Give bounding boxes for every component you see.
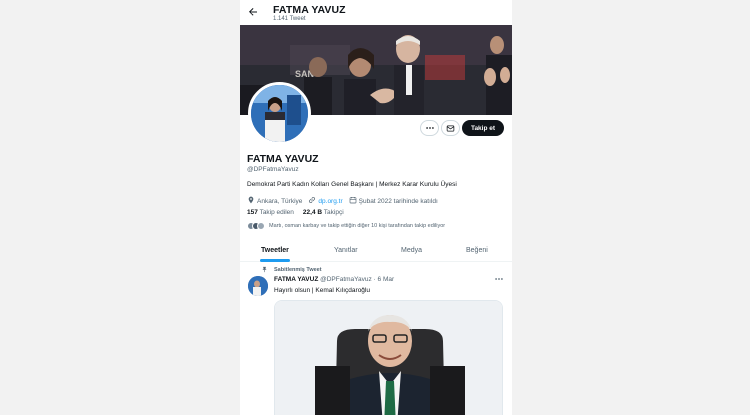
profile-website-link[interactable]: dp.org.tr xyxy=(318,198,342,205)
profile-location: Ankara, Türkiye xyxy=(257,197,303,205)
following-stat[interactable]: 157 Takip edilen xyxy=(247,209,294,216)
tweet-author-name[interactable]: FATMA YAVUZ xyxy=(274,276,318,283)
following-label: Takip edilen xyxy=(259,209,294,216)
location-icon xyxy=(247,196,255,206)
follow-button[interactable]: Takip et xyxy=(462,120,504,136)
header-tweet-count: 1.141 Tweet xyxy=(273,16,306,22)
pinned-tweet-label: Sabitlenmiş Tweet xyxy=(274,267,322,273)
profile-joined-date: Şubat 2022 tarihinde katıldı xyxy=(358,197,438,205)
followers-stat[interactable]: 22,4 B Takipçi xyxy=(303,209,344,216)
follower-avatar xyxy=(257,222,265,230)
profile-handle: @DPFatmaYavuz xyxy=(247,166,299,173)
tweet-text: Hayırlı olsun | Kemal Kılıçdaroğlu xyxy=(274,287,370,294)
profile-stats: 157 Takip edilen 22,4 B Takipçi xyxy=(247,209,344,216)
link-icon xyxy=(308,196,316,206)
followed-by-text: Martı, osman karbay ve takip ettiğin diğ… xyxy=(269,223,446,229)
header-profile-name: FATMA YAVUZ xyxy=(273,4,346,16)
calendar-icon xyxy=(349,196,357,206)
tweet-media-image[interactable] xyxy=(274,300,503,415)
tweet-author-handle[interactable]: @DPFatmaYavuz xyxy=(320,276,372,283)
pin-icon xyxy=(261,266,268,275)
arrow-left-icon[interactable] xyxy=(246,6,260,20)
following-count: 157 xyxy=(247,209,258,216)
profile-column: FATMA YAVUZ 1.141 Tweet SAN Takip et FAT… xyxy=(240,0,512,415)
profile-header-bar: FATMA YAVUZ 1.141 Tweet xyxy=(240,0,512,25)
active-tab-indicator xyxy=(260,259,290,262)
more-horizontal-icon[interactable] xyxy=(420,120,439,136)
tweet-header: FATMA YAVUZ @DPFatmaYavuz · 6 Mar xyxy=(274,276,394,283)
profile-avatar[interactable] xyxy=(248,82,311,145)
tab-likes[interactable]: Beğeni xyxy=(466,247,488,254)
followed-by-row[interactable]: Martı, osman karbay ve takip ettiğin diğ… xyxy=(247,222,445,230)
followers-count: 22,4 B xyxy=(302,209,323,216)
profile-meta-row: Ankara, Türkiye dp.org.tr Şubat 2022 tar… xyxy=(247,196,438,206)
profile-bio: Demokrat Parti Kadın Kolları Genel Başka… xyxy=(247,181,457,188)
tab-replies[interactable]: Yanıtlar xyxy=(334,247,358,254)
more-horizontal-icon[interactable] xyxy=(494,274,504,286)
mail-icon[interactable] xyxy=(441,120,460,136)
followers-label: Takipçi xyxy=(323,209,344,216)
tweet-author-avatar[interactable] xyxy=(248,276,268,296)
tab-media[interactable]: Medya xyxy=(401,247,422,254)
profile-name: FATMA YAVUZ xyxy=(247,153,319,165)
tab-tweets[interactable]: Tweetler xyxy=(261,247,289,254)
tweet-date[interactable]: · 6 Mar xyxy=(374,276,395,283)
